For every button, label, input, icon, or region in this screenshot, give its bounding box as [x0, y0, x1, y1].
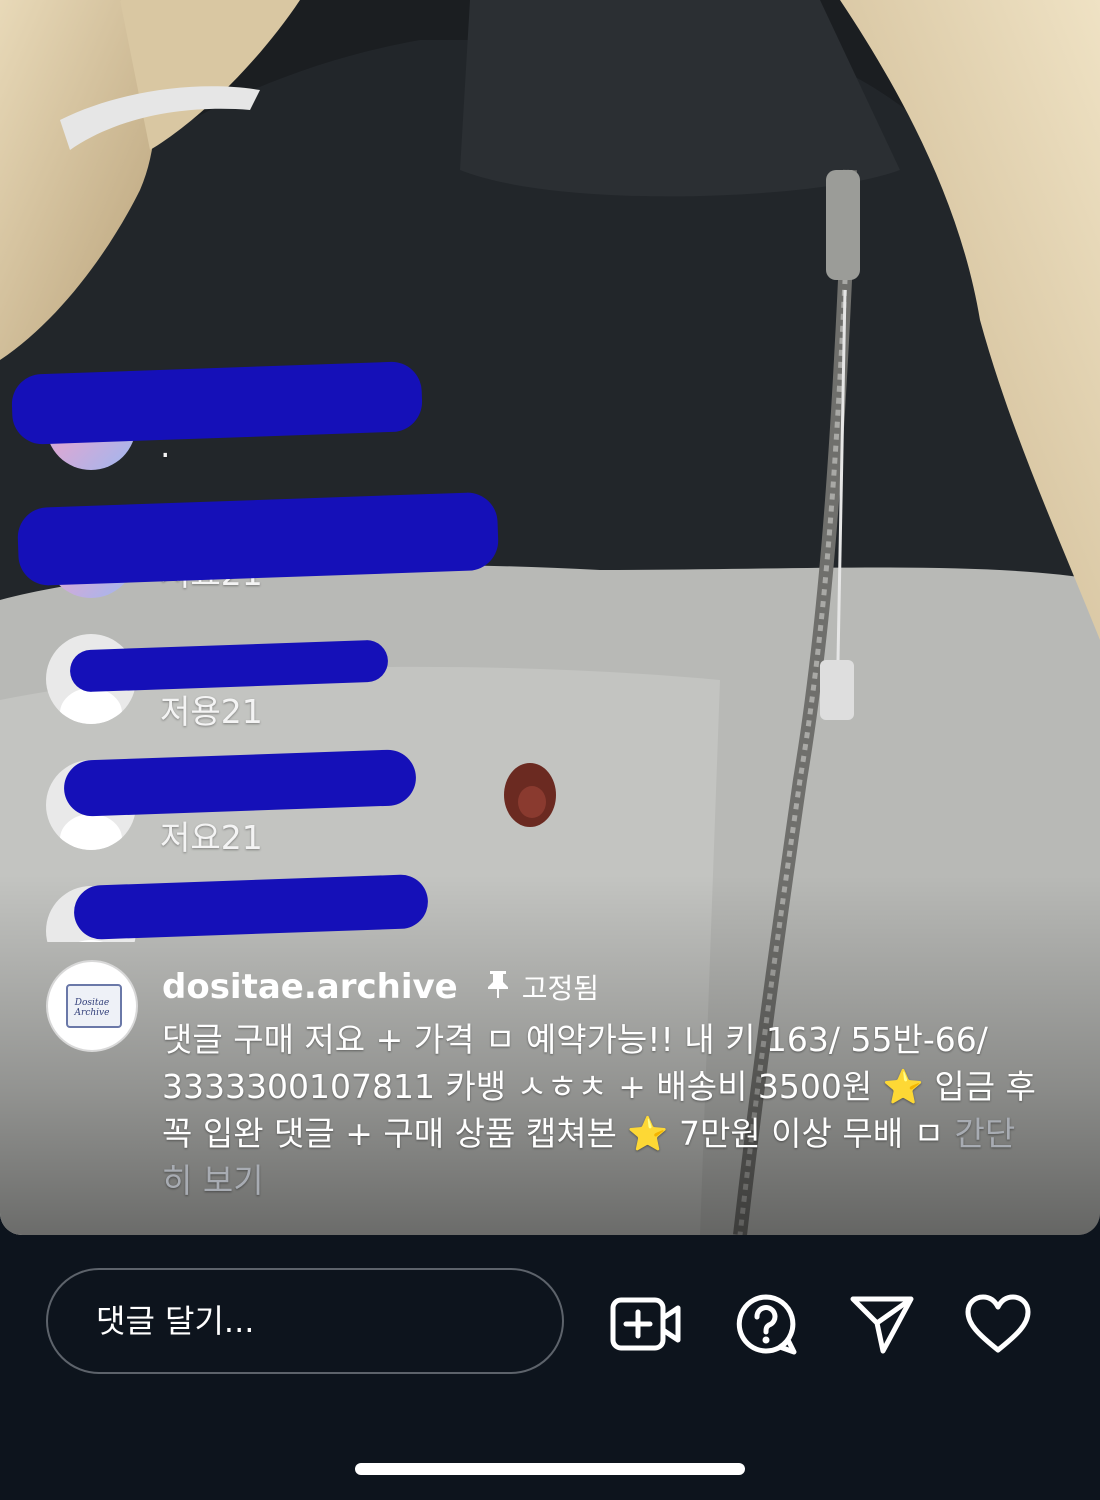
pushpin-icon — [486, 969, 510, 1006]
add-video-icon — [610, 1297, 681, 1351]
comment-input[interactable] — [94, 1301, 518, 1341]
comment-composer[interactable] — [46, 1268, 564, 1374]
home-indicator[interactable] — [355, 1463, 745, 1475]
pinned-comment-username[interactable]: dositae.archive — [162, 967, 458, 1007]
pinned-comment-body: dositae.archive 고정됨 댓글 구매 저요 + 가격 ㅁ 예약가능… — [162, 960, 1042, 1204]
add-video-button[interactable] — [610, 1292, 682, 1356]
like-button[interactable] — [962, 1292, 1034, 1356]
pinned-label: 고정됨 — [521, 972, 599, 1005]
pinned-comment-header: dositae.archive 고정됨 — [162, 960, 1042, 1014]
question-bubble-icon — [736, 1294, 797, 1355]
pinned-comment: Dositae Archive dositae.archive 고정됨 댓글 구… — [46, 960, 1056, 1204]
share-button[interactable] — [846, 1292, 918, 1356]
shop-logo-text: Dositae Archive — [74, 998, 110, 1018]
comment-text: 저용21 — [160, 692, 263, 731]
pinned-comment-avatar[interactable]: Dositae Archive — [46, 960, 138, 1052]
redaction-mark — [10, 360, 424, 446]
heart-icon — [965, 1294, 1031, 1353]
question-button[interactable] — [730, 1292, 802, 1356]
comment-text: 저요21 — [160, 818, 263, 857]
send-icon — [850, 1296, 914, 1354]
pinned-comment-text: 댓글 구매 저요 + 가격 ㅁ 예약가능!! 내 키 163/ 55반-66/ … — [162, 1016, 1042, 1204]
pinned-comment-message: 댓글 구매 저요 + 가격 ㅁ 예약가능!! 내 키 163/ 55반-66/ … — [162, 1020, 1036, 1153]
